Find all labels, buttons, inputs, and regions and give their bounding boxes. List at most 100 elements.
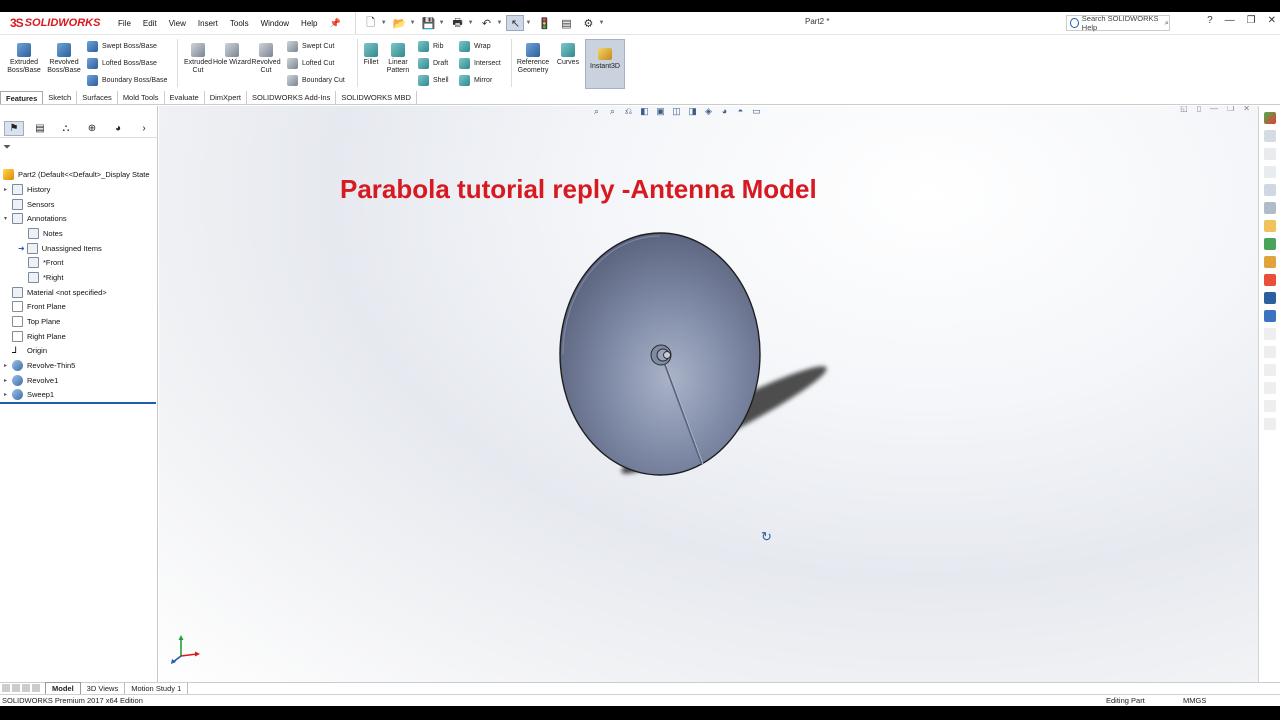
tree-part-root[interactable]: Part2 (Default<<Default>_Display State: [3, 168, 150, 181]
help-search-box[interactable]: Search SOLIDWORKS Help ⌕: [1066, 14, 1170, 32]
boundary-boss-button[interactable]: Boundary Boss/Base: [87, 75, 167, 86]
open-folder-icon[interactable]: 📂: [391, 15, 409, 31]
tree-notes[interactable]: Notes: [28, 227, 63, 240]
home-icon[interactable]: [1263, 184, 1276, 196]
mirror-button[interactable]: Mirror: [459, 75, 492, 86]
display-style-icon[interactable]: ◨: [687, 106, 698, 117]
select-pointer-icon[interactable]: ↖: [506, 15, 525, 31]
design-library-icon[interactable]: [1263, 130, 1276, 142]
file-properties-icon[interactable]: ▤: [557, 15, 575, 31]
forum-icon[interactable]: [1263, 310, 1276, 322]
folder-icon[interactable]: [1263, 220, 1276, 232]
draft-button[interactable]: Draft: [418, 58, 448, 69]
lofted-cut-button[interactable]: Lofted Cut: [287, 58, 334, 69]
tree-top-plane[interactable]: Top Plane: [12, 315, 60, 328]
menu-view[interactable]: View: [163, 19, 192, 28]
tree-front-view[interactable]: *Front: [28, 256, 63, 269]
extruded-boss-button[interactable]: Extruded Boss/Base: [4, 43, 44, 75]
expand-arrow-icon[interactable]: ▸: [4, 377, 12, 384]
expand-arrow-icon[interactable]: ▸: [4, 391, 12, 398]
chevron-down-icon[interactable]: ▼: [439, 20, 445, 26]
undo-icon[interactable]: ↶: [478, 15, 496, 31]
linear-pattern-button[interactable]: Linear Pattern: [378, 43, 418, 75]
solidworks-logo[interactable]: 3S SOLIDWORKS: [0, 12, 112, 34]
section-view-icon[interactable]: ◧: [639, 106, 650, 117]
swept-cut-button[interactable]: Swept Cut: [287, 41, 334, 52]
tree-right-view[interactable]: *Right: [28, 271, 63, 284]
tree-right-plane[interactable]: Right Plane: [12, 330, 66, 343]
zoom-to-area-icon[interactable]: ⌕: [607, 106, 618, 117]
search-icon[interactable]: ⌕: [1165, 18, 1169, 28]
rebuild-icon[interactable]: 🚦: [535, 15, 553, 31]
restore-icon[interactable]: ❐: [1227, 106, 1234, 113]
antenna-dish-model[interactable]: [559, 232, 761, 476]
revolved-boss-button[interactable]: Revolved Boss/Base: [44, 43, 84, 75]
minimize-icon[interactable]: —: [1225, 15, 1235, 26]
tab-dimxpert[interactable]: DimXpert: [205, 91, 247, 104]
tree-material[interactable]: Material <not specified>: [12, 286, 107, 299]
expand-arrow-icon[interactable]: ▸: [4, 186, 12, 193]
chevron-right-icon[interactable]: ›: [134, 121, 154, 136]
wrap-button[interactable]: Wrap: [459, 41, 491, 52]
menu-file[interactable]: File: [112, 19, 137, 28]
tab-motion-study-1[interactable]: Motion Study 1: [125, 683, 189, 694]
chevron-down-icon[interactable]: ▼: [525, 20, 531, 26]
graphics-viewport[interactable]: ⌕ ⌕ ⎌ ◧ ▣ ◫ ◨ ◈ ◕ ◓ ▭ ◱ ▯ — ❐ ✕ Parabola…: [159, 106, 1258, 689]
chevron-down-icon[interactable]: ▼: [598, 20, 604, 26]
menu-window[interactable]: Window: [255, 19, 295, 28]
restore-icon[interactable]: ❐: [1247, 15, 1256, 26]
library-icon[interactable]: [1263, 202, 1276, 214]
color-palette-icon[interactable]: [1263, 274, 1276, 286]
swept-boss-button[interactable]: Swept Boss/Base: [87, 41, 157, 52]
curves-button[interactable]: Curves: [548, 43, 588, 67]
revolved-cut-button[interactable]: Revolved Cut: [246, 43, 286, 75]
print-icon[interactable]: 🖶: [449, 15, 467, 31]
tree-origin[interactable]: ⅃ Origin: [12, 344, 47, 357]
tree-sensors[interactable]: Sensors: [12, 198, 55, 211]
unit-system-selector[interactable]: MMGS: [1183, 695, 1206, 706]
chevron-down-icon[interactable]: ▼: [468, 20, 474, 26]
dimxpert-tab-icon[interactable]: ⊕: [82, 121, 102, 136]
tab-features[interactable]: Features: [0, 91, 44, 104]
display-manager-tab-icon[interactable]: ◕: [108, 121, 128, 136]
appearances-icon[interactable]: [1263, 238, 1276, 250]
tab-3d-views[interactable]: 3D Views: [81, 683, 126, 694]
tree-annotations[interactable]: ▾ Annotations: [4, 212, 67, 225]
tab-mbd[interactable]: SOLIDWORKS MBD: [336, 91, 417, 104]
boundary-cut-button[interactable]: Boundary Cut: [287, 75, 345, 86]
menu-insert[interactable]: Insert: [192, 19, 224, 28]
close-icon[interactable]: ✕: [1243, 106, 1250, 113]
custom-properties-icon[interactable]: [1263, 256, 1276, 268]
menu-help[interactable]: Help: [295, 19, 323, 28]
options-gear-icon[interactable]: ⚙: [579, 15, 597, 31]
intersect-button[interactable]: Intersect: [459, 58, 501, 69]
expand-arrow-icon[interactable]: ▸: [4, 362, 12, 369]
filter-icon[interactable]: ⏷: [3, 142, 11, 153]
pin-menu-icon[interactable]: 📌: [330, 18, 341, 29]
chevron-down-icon[interactable]: ▼: [497, 20, 503, 26]
property-manager-tab-icon[interactable]: ▤: [30, 121, 50, 136]
solidworks-resources-icon[interactable]: [1263, 112, 1276, 124]
tab-surfaces[interactable]: Surfaces: [77, 91, 118, 104]
apply-scene-icon[interactable]: ◓: [735, 106, 746, 117]
tree-revolve1[interactable]: ▸ Revolve1: [4, 374, 58, 387]
rollback-bar[interactable]: [0, 402, 156, 404]
hide-show-icon[interactable]: ◈: [703, 106, 714, 117]
prev-tab-icon[interactable]: [12, 683, 20, 692]
tile-view-icon[interactable]: ▯: [1197, 106, 1201, 113]
tab-mold-tools[interactable]: Mold Tools: [118, 91, 165, 104]
minimize-icon[interactable]: —: [1210, 106, 1218, 113]
instant3d-button[interactable]: Instant3D: [585, 39, 625, 89]
view-settings-icon[interactable]: ▭: [751, 106, 762, 117]
tree-sweep1[interactable]: ▸ Sweep1: [4, 388, 54, 401]
split-view-icon[interactable]: ◱: [1180, 106, 1188, 113]
list-icon[interactable]: [1263, 292, 1276, 304]
next-tab-icon[interactable]: [22, 683, 30, 692]
reference-geometry-button[interactable]: Reference Geometry: [513, 43, 553, 75]
lofted-boss-button[interactable]: Lofted Boss/Base: [87, 58, 157, 69]
view-orientation-icon[interactable]: ◫: [671, 106, 682, 117]
tab-sketch[interactable]: Sketch: [43, 91, 78, 104]
file-explorer-icon[interactable]: [1263, 148, 1276, 160]
help-question-icon[interactable]: ?: [1207, 15, 1213, 26]
configuration-manager-tab-icon[interactable]: ⛬: [56, 121, 76, 136]
